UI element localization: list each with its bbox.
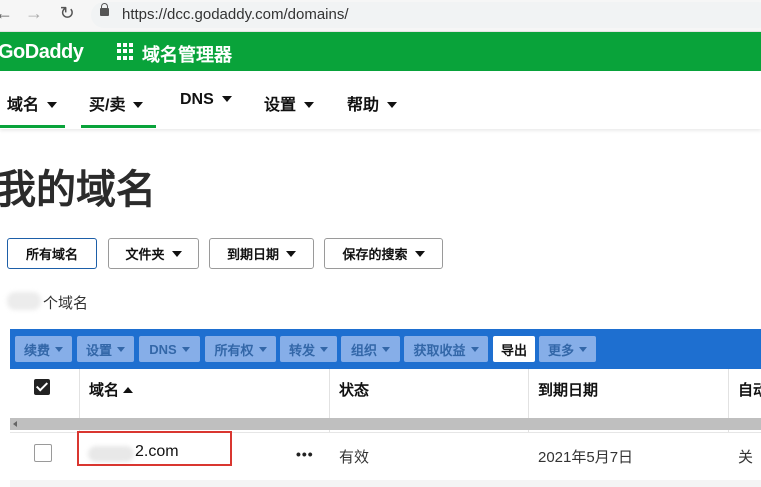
app-title[interactable]: 域名管理器 (142, 41, 232, 67)
page-title: 我的域名 (0, 168, 156, 212)
expiry-cell: 2021年5月7日 (538, 449, 634, 466)
export-button[interactable]: 导出 (493, 336, 535, 362)
column-header-domain[interactable]: 域名 (89, 379, 134, 400)
nav-item-dns[interactable]: DNS (180, 91, 232, 109)
monetize-button[interactable]: 获取收益 (404, 336, 488, 362)
lock-icon[interactable] (100, 3, 109, 16)
nav-hover-indicator (81, 125, 156, 128)
nav-item-buy-sell[interactable]: 买/卖 (89, 91, 144, 115)
chevron-down-icon (133, 102, 144, 108)
highlight-box (77, 431, 232, 466)
chevron-down-icon (304, 102, 315, 108)
all-domains-button[interactable]: 所有域名 (7, 238, 97, 269)
ownership-label: 所有权 (214, 342, 254, 358)
reload-icon[interactable]: ↻ (57, 3, 77, 24)
organize-label: 组织 (350, 342, 377, 358)
url-text[interactable]: https://dcc.godaddy.com/domains/ (122, 6, 349, 23)
settings-label: 设置 (85, 342, 112, 358)
forward-button[interactable]: 转发 (280, 336, 337, 362)
domain-count-redacted (7, 292, 41, 310)
status-cell: 有效 (339, 449, 370, 466)
more-label: 更多 (547, 342, 574, 358)
ownership-button[interactable]: 所有权 (205, 336, 276, 362)
column-header-expiry[interactable]: 到期日期 (538, 379, 598, 400)
settings-button[interactable]: 设置 (77, 336, 134, 362)
godaddy-logo[interactable]: GoDaddy (0, 41, 84, 64)
more-button[interactable]: 更多 (539, 336, 596, 362)
select-all-checkbox[interactable] (34, 379, 50, 395)
chevron-down-icon (117, 346, 125, 352)
chevron-down-icon (387, 102, 398, 108)
chevron-down-icon (181, 346, 190, 352)
sort-ascending-icon (123, 387, 134, 393)
back-arrow-icon[interactable]: ← (0, 3, 14, 24)
nav-active-indicator (0, 125, 65, 128)
chevron-down-icon (414, 250, 425, 257)
dns-button[interactable]: DNS (139, 336, 200, 362)
chevron-down-icon (382, 346, 390, 352)
row-checkbox[interactable] (34, 444, 52, 462)
nav-item-label: 帮助 (347, 97, 380, 114)
chevron-down-icon (221, 96, 232, 102)
folder-label: 文件夹 (125, 247, 165, 262)
chevron-down-icon (579, 346, 587, 352)
saved-search-dropdown[interactable]: 保存的搜索 (324, 238, 443, 269)
export-label: 导出 (500, 342, 527, 358)
column-header-status[interactable]: 状态 (339, 379, 369, 400)
row-actions-menu-icon[interactable]: ••• (296, 446, 314, 462)
chevron-down-icon (320, 346, 328, 352)
horizontal-scrollbar[interactable] (10, 418, 761, 430)
column-header-auto-renew[interactable]: 自动 (738, 379, 761, 400)
nav-item-domains[interactable]: 域名 (7, 91, 58, 115)
nav-item-help[interactable]: 帮助 (347, 91, 398, 115)
chevron-down-icon (47, 102, 58, 108)
monetize-label: 获取收益 (413, 342, 466, 358)
nav-item-label: DNS (180, 91, 214, 108)
saved-search-label: 保存的搜索 (342, 247, 408, 262)
nav-item-label: 买/卖 (89, 97, 126, 114)
chevron-down-icon (470, 346, 479, 352)
scroll-left-arrow-icon[interactable] (13, 421, 17, 427)
folder-dropdown[interactable]: 文件夹 (108, 238, 199, 269)
dns-label: DNS (149, 341, 177, 357)
chevron-down-icon (286, 250, 296, 257)
forward-arrow-icon[interactable]: → (24, 3, 44, 24)
nav-item-settings[interactable]: 设置 (264, 91, 315, 115)
app-header (0, 32, 761, 71)
all-domains-label: 所有域名 (25, 247, 78, 262)
column-header-label: 域名 (89, 382, 120, 399)
apps-grid-icon[interactable] (117, 43, 134, 60)
nav-item-label: 域名 (7, 97, 40, 114)
chevron-down-icon (171, 250, 182, 257)
chevron-down-icon (258, 346, 267, 352)
nav-item-label: 设置 (264, 97, 297, 114)
domain-count-label: 个域名 (43, 295, 89, 312)
expiry-date-label: 到期日期 (226, 247, 279, 262)
table-footer-strip (10, 480, 761, 487)
renew-label: 续费 (23, 342, 50, 358)
auto-renew-cell[interactable]: 关 (738, 446, 753, 467)
chevron-down-icon (55, 346, 63, 352)
renew-button[interactable]: 续费 (15, 336, 72, 362)
expiry-date-dropdown[interactable]: 到期日期 (209, 238, 314, 269)
organize-button[interactable]: 组织 (341, 336, 400, 362)
forward-label: 转发 (288, 342, 315, 358)
